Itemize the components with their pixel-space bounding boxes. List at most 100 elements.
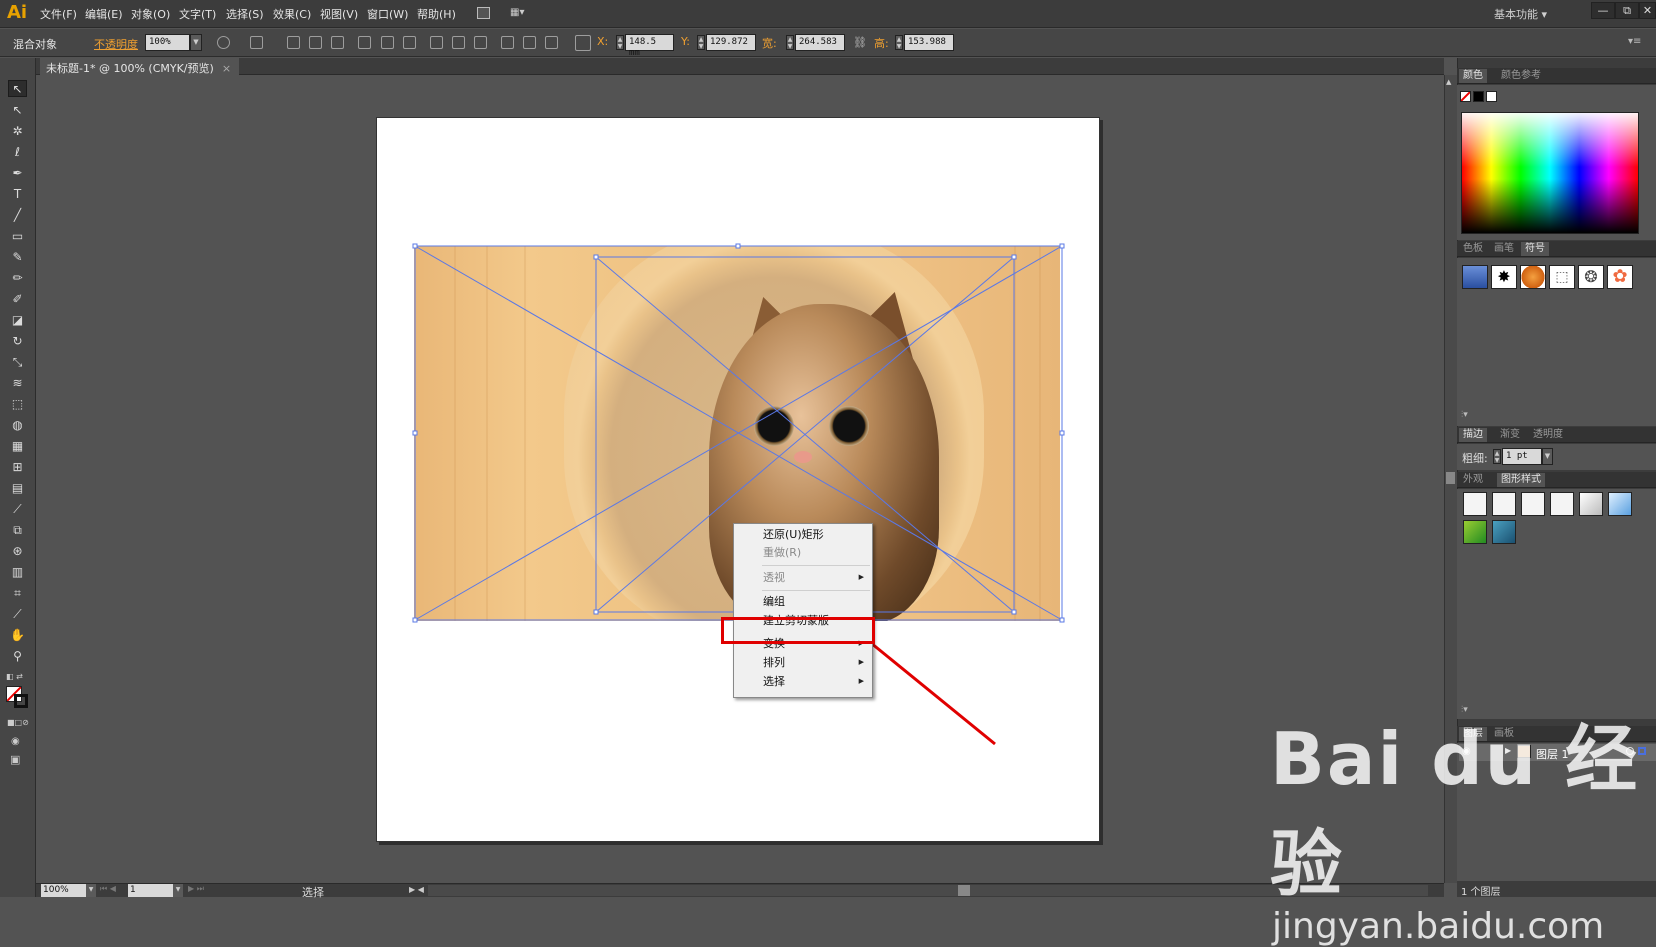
opacity-input[interactable]: 100% [145,34,190,51]
symbol-blue-bar[interactable] [1462,265,1488,289]
graphic-style-white[interactable] [1521,492,1545,516]
status-menu-arrow-icon[interactable]: ▶ ◀ [409,885,424,894]
arrange-documents-icon[interactable]: ▦▾ [510,7,530,19]
opacity-link[interactable]: 不透明度 [94,36,138,52]
blend-tool-icon[interactable]: ⧉ [8,522,27,539]
menu-window[interactable]: 窗口(W) [367,6,408,22]
tab-appearance[interactable]: 外观 [1459,473,1487,487]
align-bottom-icon[interactable] [403,36,416,49]
pen-tool-icon[interactable]: ✒ [8,165,27,182]
distribute-hcenter-icon[interactable] [523,36,536,49]
tab-brushes[interactable]: 画笔 [1490,242,1518,256]
gradient-tool-icon[interactable]: ▤ [8,480,27,497]
menu-file[interactable]: 文件(F) [40,6,77,22]
stroke-swatch-icon[interactable] [14,694,28,708]
black-swatch-icon[interactable] [1473,91,1484,102]
menu-edit[interactable]: 编辑(E) [85,6,123,22]
tab-symbols[interactable]: 符号 [1521,242,1549,256]
graphic-style-default[interactable] [1463,492,1487,516]
artboard-dropdown-icon[interactable]: ▼ [173,884,183,897]
stroke-weight-stepper[interactable]: ▲ ▼ [1493,449,1501,464]
distribute-right-icon[interactable] [545,36,558,49]
tab-graphic-styles[interactable]: 图形样式 [1497,473,1545,487]
direct-selection-tool-icon[interactable]: ↖ [8,102,27,119]
white-swatch-icon[interactable] [1486,91,1497,102]
zoom-dropdown-icon[interactable]: ▼ [86,884,96,897]
menu-object[interactable]: 对象(O) [131,6,170,22]
ctx-select[interactable]: 选择 ▶ [734,673,872,690]
symbol-dotted-frame[interactable]: ⬚ [1549,265,1575,289]
menu-effect[interactable]: 效果(C) [273,6,311,22]
ctx-arrange[interactable]: 排列 ▶ [734,654,872,671]
type-tool-icon[interactable]: T [8,186,27,203]
magic-wand-tool-icon[interactable]: ✲ [8,123,27,140]
align-to-icon[interactable] [250,36,263,49]
default-colors-icon[interactable]: ◧ ⇄ [6,672,23,681]
pencil-tool-icon[interactable]: ✏ [8,270,27,287]
document-tab[interactable]: 未标题-1* @ 100% (CMYK/预览) × [40,58,240,75]
screen-mode-icon[interactable]: ▣ [10,753,20,766]
height-stepper[interactable]: ▲ ▼ [895,35,903,50]
tab-color-guide[interactable]: 颜色参考 [1497,69,1545,83]
control-panel-menu-icon[interactable]: ▾≡ [1628,36,1641,47]
graphic-style-none[interactable] [1492,492,1516,516]
perspective-grid-tool-icon[interactable]: ▦ [8,438,27,455]
stroke-weight-dropdown-icon[interactable]: ▼ [1542,448,1553,465]
ctx-group[interactable]: 编组 [734,593,872,610]
slice-tool-icon[interactable]: ⟋ [8,606,27,623]
symbol-sprayer-tool-icon[interactable]: ⊛ [8,543,27,560]
eyedropper-tool-icon[interactable]: ⟋ [8,501,27,518]
tab-color[interactable]: 颜色 [1459,69,1487,83]
scale-tool-icon[interactable]: ⤡ [8,354,27,371]
x-stepper[interactable]: ▲ ▼ [616,35,624,50]
distribute-vcenter-icon[interactable] [452,36,465,49]
rectangle-tool-icon[interactable]: ▭ [8,228,27,245]
stroke-weight-input[interactable]: 1 pt [1502,448,1542,465]
vertical-scroll-thumb[interactable] [1446,472,1455,484]
align-vcenter-icon[interactable] [381,36,394,49]
free-transform-tool-icon[interactable]: ⬚ [8,396,27,413]
symbol-library-icon[interactable]: ⫶▾ [1461,410,1468,420]
height-input[interactable]: 153.988 [904,34,954,51]
minimize-button[interactable]: — [1591,2,1615,19]
symbol-flower[interactable]: ✿ [1607,265,1633,289]
drawing-mode-icon[interactable]: ◉ [11,736,20,747]
align-left-icon[interactable] [287,36,300,49]
align-right-icon[interactable] [331,36,344,49]
horizontal-scroll-thumb[interactable] [958,885,970,896]
shape-builder-tool-icon[interactable]: ◍ [8,417,27,434]
bridge-icon[interactable] [477,7,490,19]
symbol-wreath[interactable]: ❂ [1578,265,1604,289]
paintbrush-tool-icon[interactable]: ✎ [8,249,27,266]
artboard-number-input[interactable]: 1 [128,884,173,897]
hand-tool-icon[interactable]: ✋ [8,627,27,644]
mesh-tool-icon[interactable]: ⊞ [8,459,27,476]
width-tool-icon[interactable]: ≋ [8,375,27,392]
y-input[interactable]: 129.872 [706,34,756,51]
menu-view[interactable]: 视图(V) [320,6,358,22]
artboard-tool-icon[interactable]: ⌗ [8,585,27,602]
tab-stroke[interactable]: 描边 [1459,428,1487,442]
menu-type[interactable]: 文字(T) [179,6,216,22]
none-swatch-icon[interactable] [1460,91,1471,102]
width-stepper[interactable]: ▲ ▼ [786,35,794,50]
first-artboard-icon[interactable]: ⏮ ◀ [100,884,116,894]
opacity-dropdown-icon[interactable]: ▼ [190,34,202,51]
lasso-tool-icon[interactable]: ℓ [8,144,27,161]
distribute-top-icon[interactable] [430,36,443,49]
current-tool-status[interactable]: 选择 [302,884,324,900]
line-tool-icon[interactable]: ╱ [8,207,27,224]
menu-help[interactable]: 帮助(H) [417,6,456,22]
color-spectrum[interactable] [1461,112,1639,234]
color-mode-icons[interactable]: ■□⊘ [7,718,29,727]
symbol-splat[interactable]: ✸ [1491,265,1517,289]
reference-point-icon[interactable] [575,35,591,51]
column-graph-tool-icon[interactable]: ▥ [8,564,27,581]
rotate-tool-icon[interactable]: ↻ [8,333,27,350]
graphic-style-overlap[interactable] [1550,492,1574,516]
tab-transparency[interactable]: 透明度 [1529,428,1567,442]
x-input[interactable]: 148.5 mm [625,34,674,58]
ctx-undo-rectangle[interactable]: 还原(U)矩形 [734,526,872,543]
graphic-style-green[interactable] [1463,520,1487,544]
align-hcenter-icon[interactable] [309,36,322,49]
